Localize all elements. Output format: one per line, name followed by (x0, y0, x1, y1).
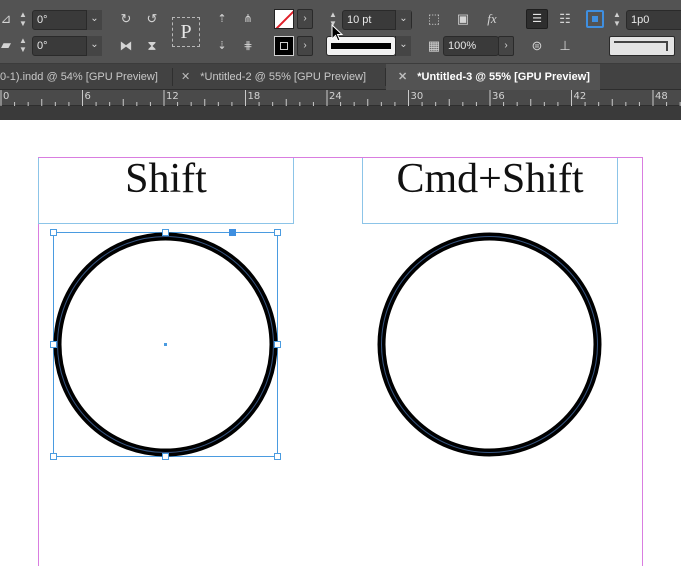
ruler-label: 36 (492, 91, 505, 102)
resize-handle-bottom-left[interactable] (50, 453, 57, 460)
text-frame-left[interactable]: Shift (38, 156, 294, 224)
horizontal-ruler[interactable]: 0 6 12 18 24 30 36 42 48 (0, 90, 681, 106)
text-frame-right[interactable]: Cmd+Shift (362, 156, 618, 224)
cursor-arrow-icon (331, 24, 344, 42)
frame-left-text: Shift (125, 156, 207, 202)
circle-left[interactable] (48, 227, 284, 467)
resize-handle-middle-left[interactable] (50, 341, 57, 348)
ruler-label: 6 (84, 91, 91, 102)
align-bottom-icon[interactable]: ⊥ (555, 37, 575, 55)
margin-guide-right (642, 157, 643, 566)
size-value: 1p0 (631, 14, 650, 26)
shear-dropdown-button[interactable]: ⌄ (86, 36, 102, 56)
close-icon[interactable]: ✕ (181, 71, 190, 83)
drop-shadow-icon[interactable]: ⬚ (424, 10, 444, 28)
stroke-weight-value: 10 pt (347, 14, 372, 26)
flip-vertical-icon[interactable]: ⧗ (142, 37, 162, 55)
select-next-icon[interactable]: ⋕ (238, 37, 258, 55)
text-wrap-icon[interactable]: ▣ (453, 10, 473, 28)
circle-right[interactable] (372, 227, 608, 467)
corner-options-field[interactable] (609, 36, 675, 56)
stroke-weight-dropdown-button[interactable]: ⌄ (395, 10, 411, 30)
live-corners-handle[interactable] (229, 229, 236, 236)
select-container-icon[interactable]: ⇡ (212, 10, 232, 28)
ruler-label: 24 (329, 91, 342, 102)
opacity-dropdown-button[interactable]: › (498, 36, 514, 56)
rotation-angle-value: 0° (37, 14, 48, 26)
fill-none-swatch[interactable] (274, 9, 294, 29)
pasteboard-strip (0, 106, 681, 120)
tab-label: *Untitled-2 @ 55% [GPU Preview] (200, 71, 367, 83)
resize-handle-bottom-right[interactable] (274, 453, 281, 460)
rotate-clockwise-icon[interactable]: ↻ (116, 10, 136, 28)
frame-right-text: Cmd+Shift (396, 156, 584, 202)
document-canvas[interactable]: Shift Cmd+Shift (0, 120, 681, 566)
rotate-counterclockwise-icon[interactable]: ↺ (142, 10, 162, 28)
rotation-dropdown-button[interactable]: ⌄ (86, 10, 102, 30)
shear-stepper[interactable]: ▲ ▼ (16, 36, 30, 56)
ruler-label: 18 (247, 91, 261, 102)
effects-fx-icon[interactable]: fx (482, 10, 502, 28)
stroke-type-dropdown-button[interactable]: ⌄ (395, 36, 411, 56)
tab-label: *Untitled-3 @ 55% [GPU Preview] (417, 71, 590, 83)
rotate-angle-icon: ⊿ (0, 11, 12, 26)
distribute-icon[interactable]: ⊜ (527, 37, 547, 55)
fill-dropdown-button[interactable]: › (297, 9, 313, 29)
shear-angle-value: 0° (37, 40, 48, 52)
control-panel: ⊿ ▲ ▼ 0° ⌄ ▰ ▲ ▼ 0° ⌄ ↻ ↺ ⧓ ⧗ P ⇡ ⋔ ⇣ ⋕ › … (0, 0, 681, 64)
document-tab-bar: 0-1).indd @ 54% [GPU Preview] ✕ *Untitled… (0, 64, 681, 90)
flip-horizontal-icon[interactable]: ⧓ (116, 37, 136, 55)
stroke-dropdown-button[interactable]: › (297, 36, 313, 56)
ruler-label: 12 (166, 91, 179, 102)
opacity-icon: ▦ (427, 38, 441, 53)
size-stepper[interactable]: ▲ ▼ (610, 10, 624, 30)
stroke-swatch[interactable] (274, 36, 294, 56)
resize-handle-top-right[interactable] (274, 229, 281, 236)
tab-document-1[interactable]: 0-1).indd @ 54% [GPU Preview] (0, 64, 172, 90)
paragraph-direction-icon[interactable]: P (172, 17, 200, 47)
ruler-label: 42 (573, 91, 587, 102)
align-stroke-inside-icon[interactable]: ☷ (555, 10, 575, 28)
ruler-label: 48 (655, 91, 668, 102)
select-previous-icon[interactable]: ⇣ (212, 37, 232, 55)
shear-angle-icon: ▰ (1, 37, 11, 52)
ruler-label: 30 (410, 91, 424, 102)
close-icon[interactable]: ✕ (398, 71, 407, 83)
tab-label: 0-1).indd @ 54% [GPU Preview] (0, 71, 158, 83)
select-content-icon[interactable]: ⋔ (238, 10, 258, 28)
align-stroke-center-icon[interactable]: ☰ (526, 9, 548, 29)
tab-untitled-3[interactable]: ✕ *Untitled-3 @ 55% [GPU Preview] (386, 64, 600, 90)
ruler-label: 0 (3, 91, 10, 102)
resize-handle-bottom-center[interactable] (162, 453, 169, 460)
opacity-value: 100% (448, 40, 477, 52)
rotation-stepper[interactable]: ▲ ▼ (16, 10, 30, 30)
reference-point-icon[interactable] (586, 10, 604, 28)
size-field[interactable]: 1p0 (626, 10, 681, 30)
tab-untitled-2[interactable]: ✕ *Untitled-2 @ 55% [GPU Preview] (173, 64, 385, 90)
opacity-field[interactable]: 100% (443, 36, 499, 56)
resize-handle-top-left[interactable] (50, 229, 57, 236)
resize-handle-top-center[interactable] (162, 229, 169, 236)
resize-handle-middle-right[interactable] (274, 341, 281, 348)
